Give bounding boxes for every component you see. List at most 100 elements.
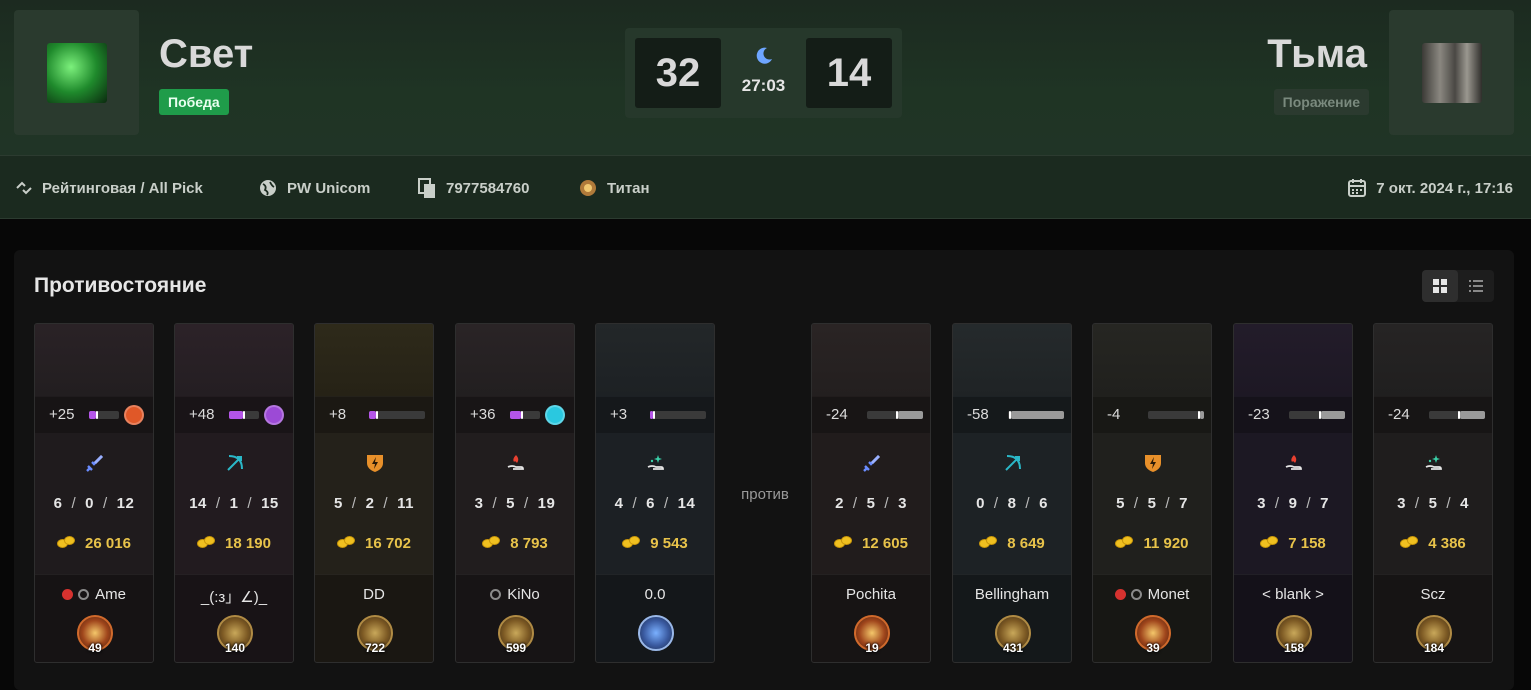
player-info[interactable]: KiNo 599: [456, 574, 574, 662]
defeat-badge: Поражение: [1273, 89, 1369, 115]
player-info[interactable]: Ame 49: [35, 574, 153, 662]
list-icon: [1469, 280, 1483, 292]
player-info[interactable]: _(:з」∠)_ 140: [175, 574, 293, 662]
list-view-button[interactable]: [1458, 270, 1494, 302]
player-name[interactable]: Monet: [1093, 586, 1211, 603]
player-name[interactable]: DD: [315, 586, 433, 603]
player-info[interactable]: 0.0: [596, 574, 714, 662]
titan-rank-icon: [580, 180, 596, 196]
lightning-shield-icon: [367, 455, 383, 472]
server-region-label: PW Unicom: [287, 179, 371, 197]
assists: 3: [898, 495, 907, 512]
mmr-bar: [1429, 411, 1485, 419]
deaths: 6: [646, 495, 655, 512]
deaths: 5: [1428, 495, 1438, 512]
bow-icon: [1005, 455, 1021, 471]
leaderboard-rank: 19: [865, 641, 879, 655]
streak-badge-icon: [264, 405, 284, 425]
hero-portrait: [1374, 324, 1492, 396]
versus-label: против: [741, 486, 789, 503]
copy-icon[interactable]: [417, 177, 437, 199]
player-card[interactable]: -58 0/8/6 8 649 Bellingham 431: [952, 323, 1072, 663]
mmr-change-value: +3: [610, 406, 628, 423]
grid-view-button[interactable]: [1422, 270, 1458, 302]
player-name-label: Scz: [1420, 586, 1446, 603]
player-card[interactable]: -4 5/5/7 11 920 Monet 39: [1092, 323, 1212, 663]
player-name[interactable]: Bellingham: [953, 586, 1071, 603]
mmr-bar: [650, 411, 706, 419]
player-name[interactable]: KiNo: [456, 586, 574, 603]
player-card[interactable]: +8 5/2/11 16 702 DD 722: [314, 323, 434, 663]
player-name[interactable]: < blank >: [1234, 586, 1352, 603]
match-id[interactable]: 7977584760: [417, 156, 529, 220]
rank-medal-icon: 599: [498, 615, 534, 655]
player-name[interactable]: Ame: [35, 586, 153, 603]
leaderboard-rank: 184: [1423, 641, 1445, 655]
mmr-change: +3: [596, 397, 714, 433]
rank-medal-icon: 158: [1276, 615, 1312, 655]
gold-icon: [1400, 536, 1420, 549]
deaths: 9: [1288, 495, 1298, 512]
scoreboard: 32 27:03 14: [625, 28, 902, 118]
mmr-change: -4: [1093, 397, 1211, 433]
player-name[interactable]: _(:з」∠)_: [175, 586, 293, 607]
deaths: 1: [229, 495, 239, 512]
kills: 14: [189, 495, 207, 512]
mmr-bar: [369, 411, 425, 419]
assists: 19: [537, 495, 556, 512]
rank-medal-icon: 140: [217, 615, 253, 655]
average-rank: Титан: [578, 156, 650, 220]
kda: 2/5/3: [835, 495, 907, 512]
victory-badge: Победа: [159, 89, 229, 115]
net-worth: 26 016: [35, 535, 153, 552]
player-name[interactable]: Pochita: [812, 586, 930, 603]
mmr-bar: [89, 411, 119, 419]
kda: 6/0/12: [53, 495, 135, 512]
gold-icon: [979, 536, 999, 549]
gold-icon: [1260, 536, 1280, 549]
player-name-label: 0.0: [644, 586, 666, 603]
player-name-label: Ame: [95, 586, 126, 603]
view-toggle[interactable]: [1422, 270, 1494, 302]
rank-medal-icon: 49: [77, 615, 113, 655]
kda: 3/5/4: [1397, 495, 1469, 512]
light-score: 32: [635, 38, 721, 108]
player-info[interactable]: Bellingham 431: [953, 574, 1071, 662]
player-card[interactable]: -23 3/9/7 7 158 < blank > 158: [1233, 323, 1353, 663]
kills: 2: [835, 495, 844, 512]
player-card[interactable]: +48 14/1/15 18 190 _(:з」∠)_ 140: [174, 323, 294, 663]
net-worth: 8 793: [456, 535, 574, 552]
mmr-bar: [1008, 411, 1064, 419]
deaths: 8: [1007, 495, 1017, 512]
player-info[interactable]: DD 722: [315, 574, 433, 662]
net-worth-value: 9 543: [650, 535, 688, 552]
player-name-label: Bellingham: [974, 586, 1050, 603]
kills: 5: [1116, 495, 1125, 512]
mmr-bar: [1289, 411, 1345, 419]
hero-portrait: [1234, 324, 1352, 396]
net-worth: 9 543: [596, 535, 714, 552]
player-name[interactable]: Scz: [1374, 586, 1492, 603]
player-info[interactable]: Pochita 19: [812, 574, 930, 662]
player-card[interactable]: +36 3/5/19 8 793 KiNo 599: [455, 323, 575, 663]
hero-portrait: [1093, 324, 1211, 396]
leaderboard-rank: 49: [88, 641, 102, 655]
player-info[interactable]: Scz 184: [1374, 574, 1492, 662]
mmr-change: +8: [315, 397, 433, 433]
leaderboard-rank: 431: [1002, 641, 1024, 655]
player-info[interactable]: Monet 39: [1093, 574, 1211, 662]
kda: 14/1/15: [189, 495, 279, 512]
player-info[interactable]: < blank > 158: [1234, 574, 1352, 662]
player-card[interactable]: -24 2/5/3 12 605 Pochita 19: [811, 323, 931, 663]
gold-icon: [337, 536, 357, 549]
mmr-bar: [229, 411, 259, 419]
player-card[interactable]: -24 3/5/4 4 386 Scz 184: [1373, 323, 1493, 663]
rank-medal-icon: [638, 615, 674, 651]
deaths: 5: [506, 495, 515, 512]
assists: 4: [1460, 495, 1469, 512]
assists: 6: [1039, 495, 1048, 512]
hero-portrait: [596, 324, 714, 396]
player-card[interactable]: +3 4/6/14 9 543 0.0: [595, 323, 715, 663]
player-name[interactable]: 0.0: [596, 586, 714, 603]
player-card[interactable]: +25 6/0/12 26 016 Ame 49: [34, 323, 154, 663]
